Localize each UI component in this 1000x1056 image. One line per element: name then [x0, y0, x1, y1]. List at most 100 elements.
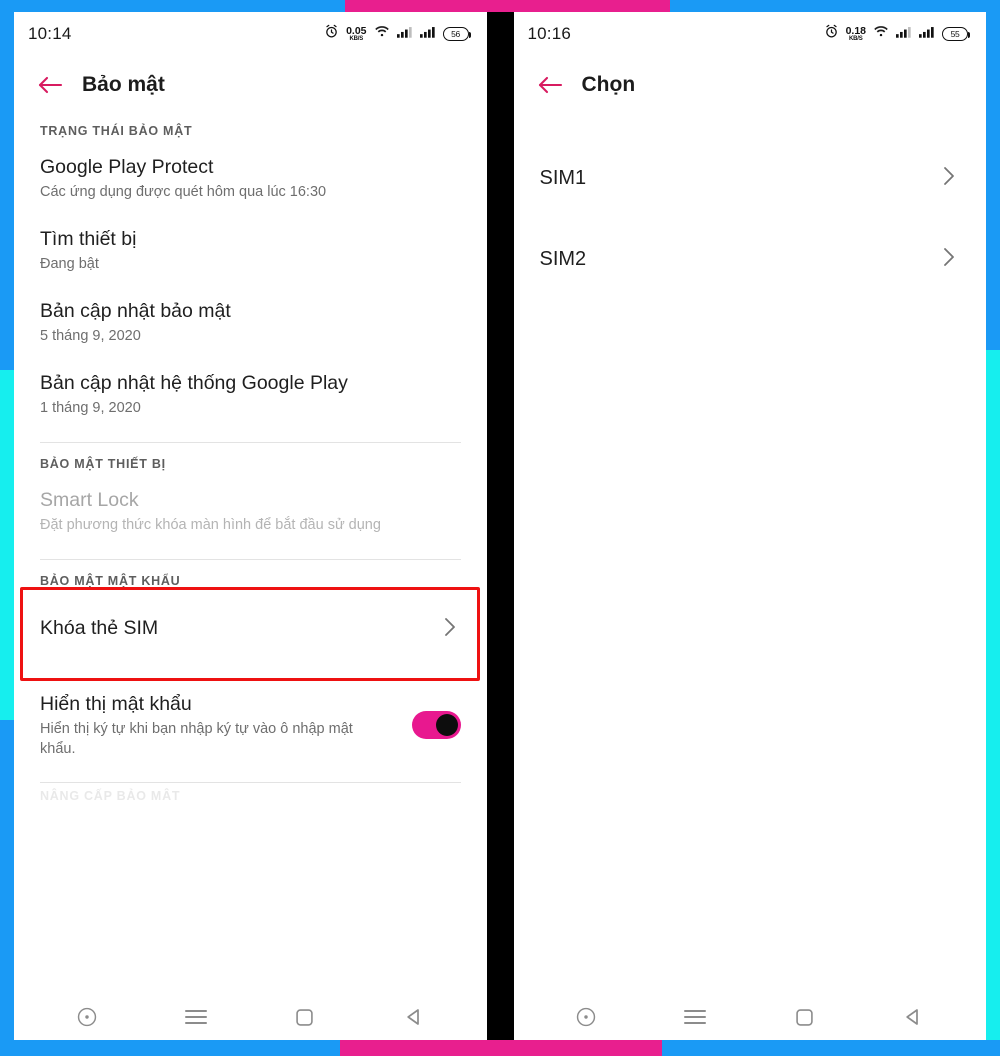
section-header-password-security: BẢO MẬT MẬT KHẨU: [40, 573, 181, 588]
list-item-title: Google Play Protect: [40, 156, 214, 178]
item-texts: Google Play Protect Các ứng dụng được qu…: [40, 155, 461, 203]
signal-bars-icon: [419, 25, 436, 43]
list-item-sim1[interactable]: SIM1: [530, 148, 971, 209]
network-speed-indicator: 0.05 KB/S: [346, 26, 366, 43]
signal-bars-icon: [919, 25, 935, 43]
list-item-title: Smart Lock: [40, 488, 139, 511]
network-speed-indicator: 0.18 KB/S: [846, 26, 866, 43]
list-item-subtitle: Đặt phương thức khóa màn hình để bắt đầu…: [40, 517, 381, 534]
network-speed-value: 0.05: [346, 24, 367, 37]
battery-level: 55: [950, 29, 960, 39]
chevron-right-icon: [942, 246, 960, 273]
list-item-google-play-protect[interactable]: Google Play Protect Các ứng dụng được qu…: [30, 142, 471, 214]
wifi-icon: [873, 25, 889, 43]
left-navigation-bar: [14, 994, 487, 1040]
left-status-bar: 10:14 0.05 KB/S 56: [14, 12, 487, 56]
signal-bars-icon: [896, 25, 912, 43]
network-speed-unit: KB/S: [849, 36, 863, 43]
right-navigation-bar: [513, 994, 986, 1040]
frame-edge-left-middle: [0, 370, 14, 720]
list-item-subtitle: 5 tháng 9, 2020: [40, 328, 141, 345]
section-header-security-status: TRẠNG THÁI BẢO MẬT: [40, 124, 193, 138]
section-divider: [40, 558, 461, 560]
status-icons-group: 0.18 KB/S 55: [824, 24, 971, 44]
toggle-knob: [435, 714, 458, 737]
battery-icon: 56: [442, 27, 471, 41]
left-phone-screenshot: 10:14 0.05 KB/S 56 Bảo mật TRẠNG THÁI BẢ…: [14, 12, 487, 1040]
recents-square-icon[interactable]: [780, 999, 828, 1035]
back-triangle-icon[interactable]: [889, 999, 937, 1035]
battery-level: 56: [451, 29, 460, 39]
chevron-right-icon: [942, 165, 960, 192]
status-icons-group: 0.05 KB/S 56: [324, 24, 471, 44]
list-item-find-device[interactable]: Tìm thiết bị Đang bật: [30, 214, 471, 286]
alarm-clock-icon: [324, 24, 339, 44]
frame-edge-bottom-middle: [340, 1040, 662, 1056]
menu-hamburger-icon[interactable]: [671, 999, 719, 1035]
cutoff-section-header: NÂNG CẤP BẢO MẬT: [40, 789, 181, 802]
frame-edge-left-bottom: [0, 720, 14, 1040]
network-speed-value: 0.18: [845, 24, 866, 37]
list-item-show-password[interactable]: Hiển thị mật khẩu Hiển thị ký tự khi bạn…: [30, 679, 471, 771]
item-texts: Bản cập nhật hệ thống Google Play 1 thán…: [40, 371, 461, 419]
show-password-toggle[interactable]: [411, 711, 461, 740]
network-speed-unit: KB/S: [349, 36, 364, 43]
list-item-title: Bản cập nhật bảo mật: [40, 299, 231, 322]
section-divider: [40, 441, 461, 443]
sim-selection-list: SIM1 SIM2: [514, 114, 987, 994]
left-app-bar: Bảo mật: [14, 56, 487, 114]
right-phone-screenshot: 10:16 0.18 KB/S 55 Chọn SIM1 SIM2: [513, 12, 987, 1040]
recents-square-icon[interactable]: [281, 999, 329, 1035]
status-time: 10:14: [28, 24, 72, 43]
list-item-subtitle: Đang bật: [40, 256, 99, 273]
back-arrow-icon[interactable]: [528, 65, 572, 105]
list-item-smart-lock[interactable]: Smart Lock Đặt phương thức khóa màn hình…: [30, 475, 471, 547]
frame-edge-right-top: [986, 12, 1000, 350]
back-triangle-icon[interactable]: [390, 999, 438, 1035]
list-item-title: Bản cập nhật hệ thống Google Play: [40, 371, 348, 394]
list-item-sim-card-lock[interactable]: Khóa thẻ SIM: [30, 592, 471, 665]
item-texts: Tìm thiết bị Đang bật: [40, 227, 461, 275]
list-item-title: SIM2: [539, 248, 587, 270]
list-item-title: Hiển thị mật khẩu: [40, 692, 192, 715]
battery-icon: 55: [942, 27, 971, 41]
list-item-google-play-system-update[interactable]: Bản cập nhật hệ thống Google Play 1 thán…: [30, 358, 471, 430]
item-texts: Hiển thị mật khẩu Hiển thị ký tự khi bạn…: [40, 692, 398, 760]
left-settings-list: TRẠNG THÁI BẢO MẬT Google Play Protect C…: [14, 114, 487, 994]
highlighted-row-wrapper: Khóa thẻ SIM: [20, 586, 480, 681]
frame-edge-bottom-left: [0, 1040, 340, 1056]
decorative-frame: 10:14 0.05 KB/S 56 Bảo mật TRẠNG THÁI BẢ…: [0, 0, 1000, 1056]
list-item-subtitle: 1 tháng 9, 2020: [40, 400, 141, 417]
chevron-right-icon: [443, 616, 461, 643]
status-time: 10:16: [527, 24, 572, 43]
assistant-circle-icon[interactable]: [562, 999, 610, 1035]
list-item-subtitle: Các ứng dụng được quét hôm qua lúc 16:30: [40, 184, 327, 201]
assistant-circle-icon[interactable]: [63, 999, 111, 1035]
frame-edge-right-bottom: [986, 350, 1000, 1040]
frame-edge-top-right: [670, 0, 1000, 12]
frame-edge-left-top: [0, 12, 14, 370]
item-texts: Khóa thẻ SIM: [40, 616, 431, 640]
list-item-sim2[interactable]: SIM2: [530, 229, 971, 290]
list-item-title: Tìm thiết bị: [40, 227, 137, 250]
right-app-bar: Chọn: [514, 56, 987, 114]
list-item-security-update[interactable]: Bản cập nhật bảo mật 5 tháng 9, 2020: [30, 286, 471, 358]
list-item-subtitle: Hiển thị ký tự khi bạn nhập ký tự vào ô …: [40, 721, 353, 757]
right-status-bar: 10:16 0.18 KB/S 55: [514, 12, 987, 56]
page-title: Chọn: [581, 73, 636, 96]
frame-edge-top-middle: [345, 0, 670, 12]
menu-hamburger-icon[interactable]: [172, 999, 220, 1035]
list-item-title: SIM1: [539, 167, 587, 189]
back-arrow-icon[interactable]: [28, 65, 72, 105]
screenshot-gutter: [486, 12, 514, 1040]
section-divider: [40, 782, 461, 784]
frame-edge-top-left: [0, 0, 345, 12]
item-texts: Smart Lock Đặt phương thức khóa màn hình…: [40, 488, 461, 536]
alarm-clock-icon: [824, 24, 839, 44]
item-texts: Bản cập nhật bảo mật 5 tháng 9, 2020: [40, 299, 461, 347]
list-item-title: Khóa thẻ SIM: [40, 616, 159, 639]
frame-edge-bottom-right: [662, 1040, 1000, 1056]
wifi-icon: [374, 25, 390, 43]
page-title: Bảo mật: [82, 73, 165, 96]
section-header-device-security: BẢO MẬT THIẾT BỊ: [40, 456, 166, 471]
